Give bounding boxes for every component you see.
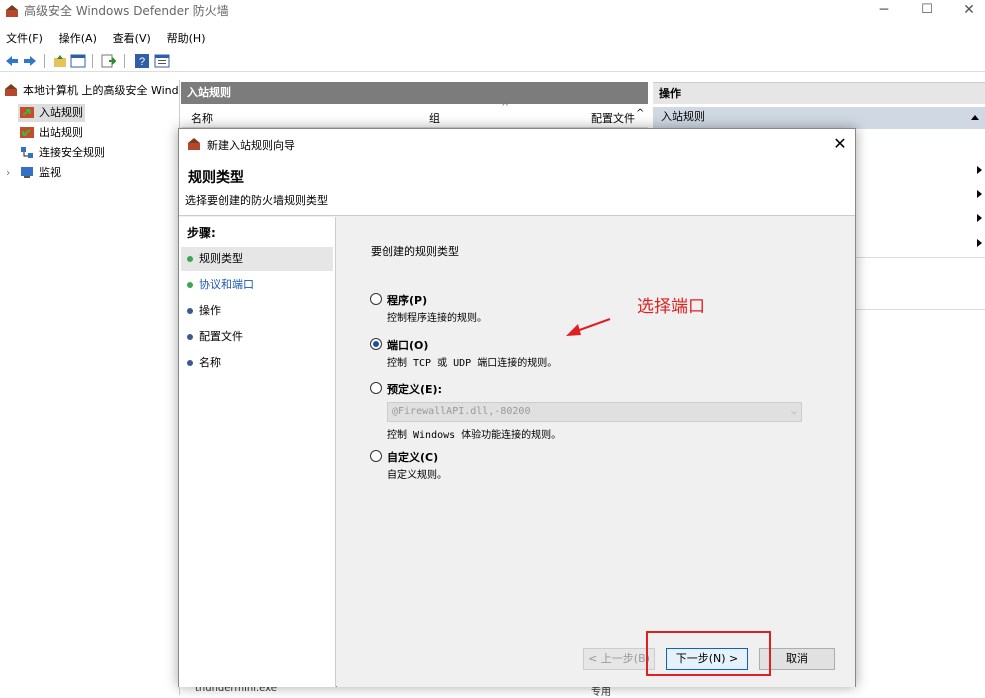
submenu-arrow-icon[interactable]	[977, 190, 982, 198]
dialog-close-button[interactable]: ✕	[829, 133, 851, 155]
step-label: 规则类型	[199, 252, 243, 265]
tree-root-label: 本地计算机 上的高级安全 Wind	[23, 84, 179, 97]
step-dot-icon	[187, 360, 193, 366]
svg-text:?: ?	[139, 56, 145, 68]
menu-view[interactable]: 查看(V)	[107, 27, 157, 46]
step-dot-icon	[187, 334, 193, 340]
sort-up-icon: ^	[501, 102, 510, 113]
submenu-arrow-icon[interactable]	[977, 239, 982, 247]
radio-program[interactable]	[370, 293, 382, 305]
tree-item-label: 监视	[39, 166, 61, 179]
new-inbound-rule-wizard: 新建入站规则向导 ✕ 规则类型 选择要创建的防火墙规则类型 步骤: 规则类型 协…	[178, 128, 856, 687]
steps-title: 步骤:	[187, 226, 216, 240]
predefined-value: @FirewallAPI.dll,-80200	[392, 406, 531, 417]
firewall-icon	[5, 84, 17, 96]
tree-item-label: 入站规则	[39, 106, 83, 119]
step-dot-icon	[187, 282, 193, 288]
predefined-dropdown[interactable]: @FirewallAPI.dll,-80200 ⌵	[387, 402, 802, 422]
step-profile: 配置文件	[181, 325, 333, 349]
tree-item-label: 出站规则	[39, 126, 83, 139]
radio-port[interactable]	[370, 338, 382, 350]
dialog-heading: 规则类型	[188, 170, 244, 186]
inbound-rules-header: 入站规则	[181, 82, 648, 104]
option-custom-label[interactable]: 自定义(C)	[387, 449, 438, 465]
column-header-row: 名称 组 ^ 配置文件 ^	[181, 102, 648, 128]
annotation-text: 选择端口	[637, 297, 705, 317]
step-protocol-ports[interactable]: 协议和端口	[181, 273, 333, 297]
window-title: 高级安全 Windows Defender 防火墙	[24, 4, 229, 18]
annotation-arrow-icon	[566, 318, 611, 336]
actions-subheader-label: 入站规则	[661, 110, 705, 123]
menu-help[interactable]: 帮助(H)	[161, 27, 212, 46]
step-label: 操作	[199, 304, 221, 317]
show-hide-tree-icon[interactable]	[70, 53, 86, 69]
export-list-icon[interactable]	[100, 53, 116, 69]
step-label: 名称	[199, 356, 221, 369]
firewall-app-icon	[6, 5, 18, 17]
column-group[interactable]: 组	[429, 110, 440, 126]
close-window-button[interactable]: ✕	[947, 0, 985, 26]
tree-item-monitoring[interactable]: › 监视	[6, 164, 61, 182]
option-program-desc: 控制程序连接的规则。	[387, 313, 487, 324]
step-label: 配置文件	[199, 330, 243, 343]
step-rule-type: 规则类型	[181, 247, 333, 271]
option-predefined-label[interactable]: 预定义(E):	[387, 381, 442, 397]
forward-arrow-icon[interactable]	[22, 53, 38, 69]
back-button[interactable]: < 上一步(B)	[583, 648, 655, 670]
expand-chevron-icon[interactable]: ›	[6, 164, 20, 182]
tree-item-connection-security[interactable]: 连接安全规则	[20, 144, 105, 162]
dialog-titlebar: 新建入站规则向导 ✕	[179, 129, 855, 159]
dialog-subheading: 选择要创建的防火墙规则类型	[185, 194, 328, 207]
step-label: 协议和端口	[199, 278, 254, 291]
option-program-label[interactable]: 程序(P)	[387, 292, 427, 308]
window-titlebar: 高级安全 Windows Defender 防火墙 ─ ☐ ✕	[0, 0, 985, 26]
step-dot-icon	[187, 256, 193, 262]
help-icon[interactable]: ?	[134, 53, 150, 69]
actions-subheader[interactable]: 入站规则	[653, 107, 985, 129]
back-arrow-icon[interactable]	[4, 53, 20, 69]
maximize-button[interactable]: ☐	[905, 0, 949, 26]
tree-item-outbound-rules[interactable]: 出站规则	[20, 124, 83, 142]
tree-item-inbound-rules[interactable]: 入站规则	[18, 104, 85, 122]
step-name: 名称	[181, 351, 333, 375]
submenu-arrow-icon[interactable]	[977, 214, 982, 222]
column-name[interactable]: 名称	[191, 110, 213, 126]
menu-file[interactable]: 文件(F)	[0, 27, 49, 46]
toolbar: ?	[0, 50, 985, 72]
wizard-content: 要创建的规则类型 程序(P) 控制程序连接的规则。 端口(O) 控制 TCP 或…	[337, 217, 855, 687]
submenu-arrow-icon[interactable]	[977, 166, 982, 174]
firewall-icon	[188, 138, 200, 150]
navigation-tree: 本地计算机 上的高级安全 Wind 入站规则 出站规则 连接安全规则 › 监视	[0, 80, 180, 695]
tree-root[interactable]: 本地计算机 上的高级安全 Wind	[4, 82, 179, 100]
option-predefined-desc: 控制 Windows 体验功能连接的规则。	[387, 430, 562, 441]
annotation-highlight-box	[646, 631, 771, 676]
inbound-rules-icon	[20, 107, 34, 118]
dialog-title: 新建入站规则向导	[207, 139, 295, 152]
menu-bar: 文件(F) 操作(A) 查看(V) 帮助(H)	[0, 27, 985, 49]
minimize-button[interactable]: ─	[862, 0, 906, 26]
chevron-down-icon: ⌵	[790, 406, 797, 417]
monitoring-icon	[21, 167, 33, 178]
actions-header: 操作	[653, 82, 985, 104]
column-profile[interactable]: 配置文件	[591, 110, 635, 126]
radio-custom[interactable]	[370, 450, 382, 462]
dialog-header: 规则类型 选择要创建的防火墙规则类型	[179, 159, 855, 216]
step-action: 操作	[181, 299, 333, 323]
option-port-desc: 控制 TCP 或 UDP 端口连接的规则。	[387, 358, 558, 369]
up-folder-icon[interactable]	[52, 53, 68, 69]
option-port-label[interactable]: 端口(O)	[387, 337, 428, 353]
radio-predefined[interactable]	[370, 382, 382, 394]
outbound-rules-icon	[20, 127, 34, 138]
scroll-up-icon[interactable]: ^	[636, 108, 644, 119]
menu-action[interactable]: 操作(A)	[53, 27, 103, 46]
connection-security-icon	[21, 147, 33, 158]
wizard-steps-panel: 步骤: 规则类型 协议和端口 操作 配置文件 名称	[179, 217, 336, 687]
collapse-icon[interactable]	[971, 115, 979, 120]
step-dot-icon	[187, 308, 193, 314]
tree-item-label: 连接安全规则	[39, 146, 105, 159]
properties-icon[interactable]	[154, 53, 170, 69]
option-custom-desc: 自定义规则。	[387, 470, 447, 481]
rule-type-prompt: 要创建的规则类型	[371, 245, 459, 258]
